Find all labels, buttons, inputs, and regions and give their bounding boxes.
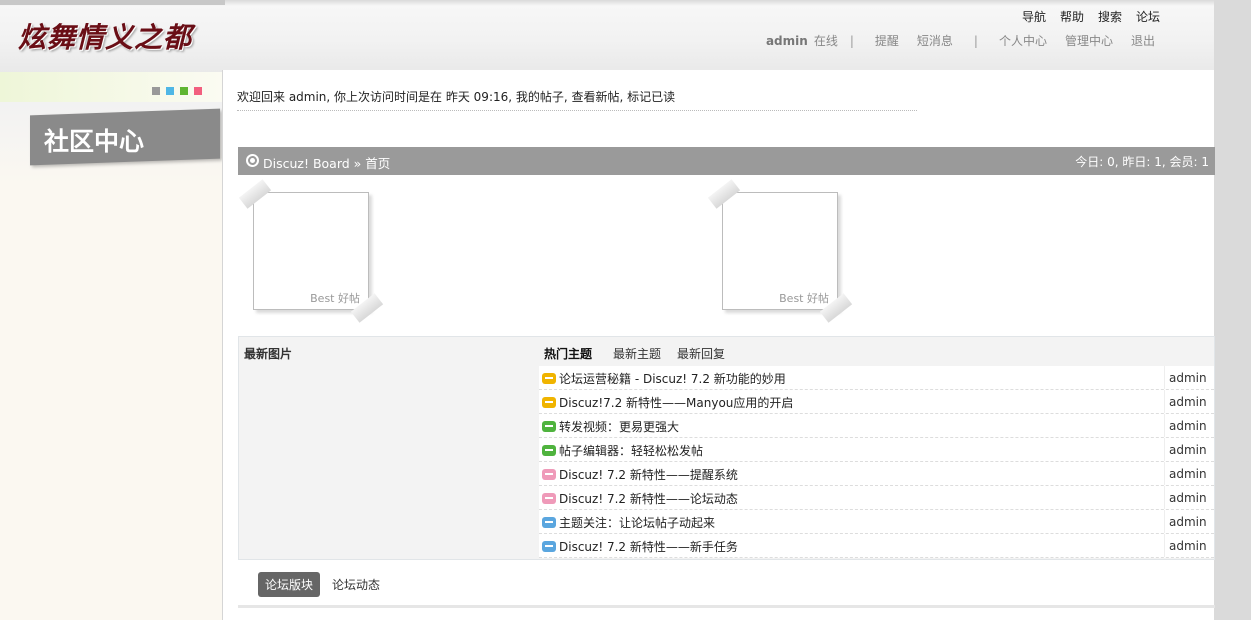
- forum-stats: 今日: 0, 昨日: 1, 会员: 1: [1075, 155, 1209, 169]
- thread-title[interactable]: Discuz! 7.2 新特性——新手任务: [559, 538, 738, 555]
- blue-dot-icon: [166, 87, 174, 95]
- green-thread-icon: [542, 445, 556, 456]
- thread-title[interactable]: Discuz! 7.2 新特性——提醒系统: [559, 466, 738, 483]
- thread-row: Discuz! 7.2 新特性——提醒系统 admin: [539, 462, 1214, 486]
- dotted-divider: [237, 110, 917, 111]
- thread-row: 转发视频：更易更强大 admin: [539, 414, 1214, 438]
- sidebar: 社区中心: [0, 72, 222, 620]
- nav-link-help[interactable]: 帮助: [1060, 8, 1084, 25]
- thread-author[interactable]: admin: [1164, 390, 1214, 413]
- breadcrumb[interactable]: Discuz! Board » 首页: [263, 153, 390, 172]
- thread-row: Discuz! 7.2 新特性——新手任务 admin: [539, 534, 1214, 558]
- thread-row: Discuz!7.2 新特性——Manyou应用的开启 admin: [539, 390, 1214, 414]
- reminders-link[interactable]: 提醒: [875, 32, 899, 49]
- thread-row: Discuz! 7.2 新特性——论坛动态 admin: [539, 486, 1214, 510]
- separator: |: [849, 33, 854, 48]
- thread-author[interactable]: admin: [1164, 486, 1214, 509]
- messages-link[interactable]: 短消息: [917, 32, 953, 49]
- thread-title[interactable]: Discuz!7.2 新特性——Manyou应用的开启: [559, 394, 793, 411]
- thread-author[interactable]: admin: [1164, 534, 1214, 557]
- online-status: 在线: [813, 34, 838, 48]
- thread-row: 帖子编辑器：轻轻松松发帖 admin: [539, 438, 1214, 462]
- thread-author[interactable]: admin: [1164, 414, 1214, 437]
- thread-title[interactable]: 论坛运营秘籍 - Discuz! 7.2 新功能的妙用: [559, 370, 786, 387]
- logout-link[interactable]: 退出: [1131, 32, 1155, 49]
- thread-list: 论坛运营秘籍 - Discuz! 7.2 新功能的妙用 admin Discuz…: [539, 366, 1214, 558]
- pink-dot-icon: [194, 87, 202, 95]
- main-content: 欢迎回来 admin, 你上次访问时间是在 昨天 09:16, 我的帖子, 查看…: [222, 70, 1215, 620]
- site-logo[interactable]: 炫舞情义之都: [18, 16, 192, 56]
- user-nav: admin 在线 | 提醒 短消息 | 个人中心 管理中心 退出: [766, 32, 1164, 49]
- photo-caption: Best 好帖: [310, 292, 360, 305]
- color-dots: [152, 87, 202, 95]
- community-center-banner: 社区中心: [30, 108, 220, 166]
- thread-title[interactable]: 主题关注：让论坛帖子动起来: [559, 514, 715, 531]
- thread-author[interactable]: admin: [1164, 510, 1214, 533]
- thread-author[interactable]: admin: [1164, 462, 1214, 485]
- profile-center-link[interactable]: 个人中心: [999, 32, 1047, 49]
- right-gutter: [1214, 0, 1251, 620]
- pink-thread-icon: [542, 493, 556, 504]
- tab-forum-boards[interactable]: 论坛版块: [258, 572, 321, 597]
- tab-hot-threads[interactable]: 热门主题: [544, 345, 592, 362]
- thread-box: 最新图片 热门主题 最新主题 最新回复 论坛运营秘籍 - Discuz! 7.2…: [238, 336, 1215, 560]
- blue-thread-icon: [542, 541, 556, 552]
- thread-row: 主题关注：让论坛帖子动起来 admin: [539, 510, 1214, 534]
- thread-title[interactable]: Discuz! 7.2 新特性——论坛动态: [559, 490, 738, 507]
- thread-tabs: 热门主题 最新主题 最新回复: [539, 337, 1214, 365]
- bottom-tabs: 论坛版块 论坛动态: [258, 572, 380, 597]
- photo-frame[interactable]: Best 好帖: [253, 192, 369, 310]
- tab-latest-replies[interactable]: 最新回复: [677, 345, 725, 362]
- header: 炫舞情义之都 导航 帮助 搜索 论坛 admin 在线 | 提醒 短消息 | 个…: [0, 0, 1214, 72]
- latest-images-heading: 最新图片: [244, 347, 293, 361]
- home-circle-icon: [246, 154, 259, 167]
- username[interactable]: admin: [766, 34, 808, 48]
- thread-author[interactable]: admin: [1164, 438, 1214, 461]
- tab-latest-threads[interactable]: 最新主题: [613, 345, 661, 362]
- thread-title[interactable]: 帖子编辑器：轻轻松松发帖: [559, 442, 703, 459]
- blue-thread-icon: [542, 517, 556, 528]
- breadcrumb-bar: Discuz! Board » 首页 今日: 0, 昨日: 1, 会员: 1: [238, 147, 1215, 175]
- gray-dot-icon: [152, 87, 160, 95]
- thread-title[interactable]: 转发视频：更易更强大: [559, 418, 679, 435]
- green-thread-icon: [542, 421, 556, 432]
- welcome-message: 欢迎回来 admin, 你上次访问时间是在 昨天 09:16, 我的帖子, 查看…: [237, 90, 676, 104]
- top-nav: 导航 帮助 搜索 论坛: [1008, 8, 1160, 25]
- nav-link-search[interactable]: 搜索: [1098, 8, 1122, 25]
- photo-frame[interactable]: Best 好帖: [722, 192, 838, 310]
- photo-caption: Best 好帖: [779, 292, 829, 305]
- yellow-thread-icon: [542, 397, 556, 408]
- pink-thread-icon: [542, 469, 556, 480]
- green-dot-icon: [180, 87, 188, 95]
- separator: |: [973, 33, 978, 48]
- bottom-divider: [238, 605, 1215, 608]
- admin-center-link[interactable]: 管理中心: [1065, 32, 1113, 49]
- nav-link-guide[interactable]: 导航: [1022, 8, 1046, 25]
- thread-author[interactable]: admin: [1164, 366, 1214, 389]
- tab-forum-activity[interactable]: 论坛动态: [332, 576, 380, 593]
- thread-row: 论坛运营秘籍 - Discuz! 7.2 新功能的妙用 admin: [539, 366, 1214, 390]
- yellow-thread-icon: [542, 373, 556, 384]
- community-center-title: 社区中心: [44, 127, 145, 157]
- nav-link-forum[interactable]: 论坛: [1136, 8, 1160, 25]
